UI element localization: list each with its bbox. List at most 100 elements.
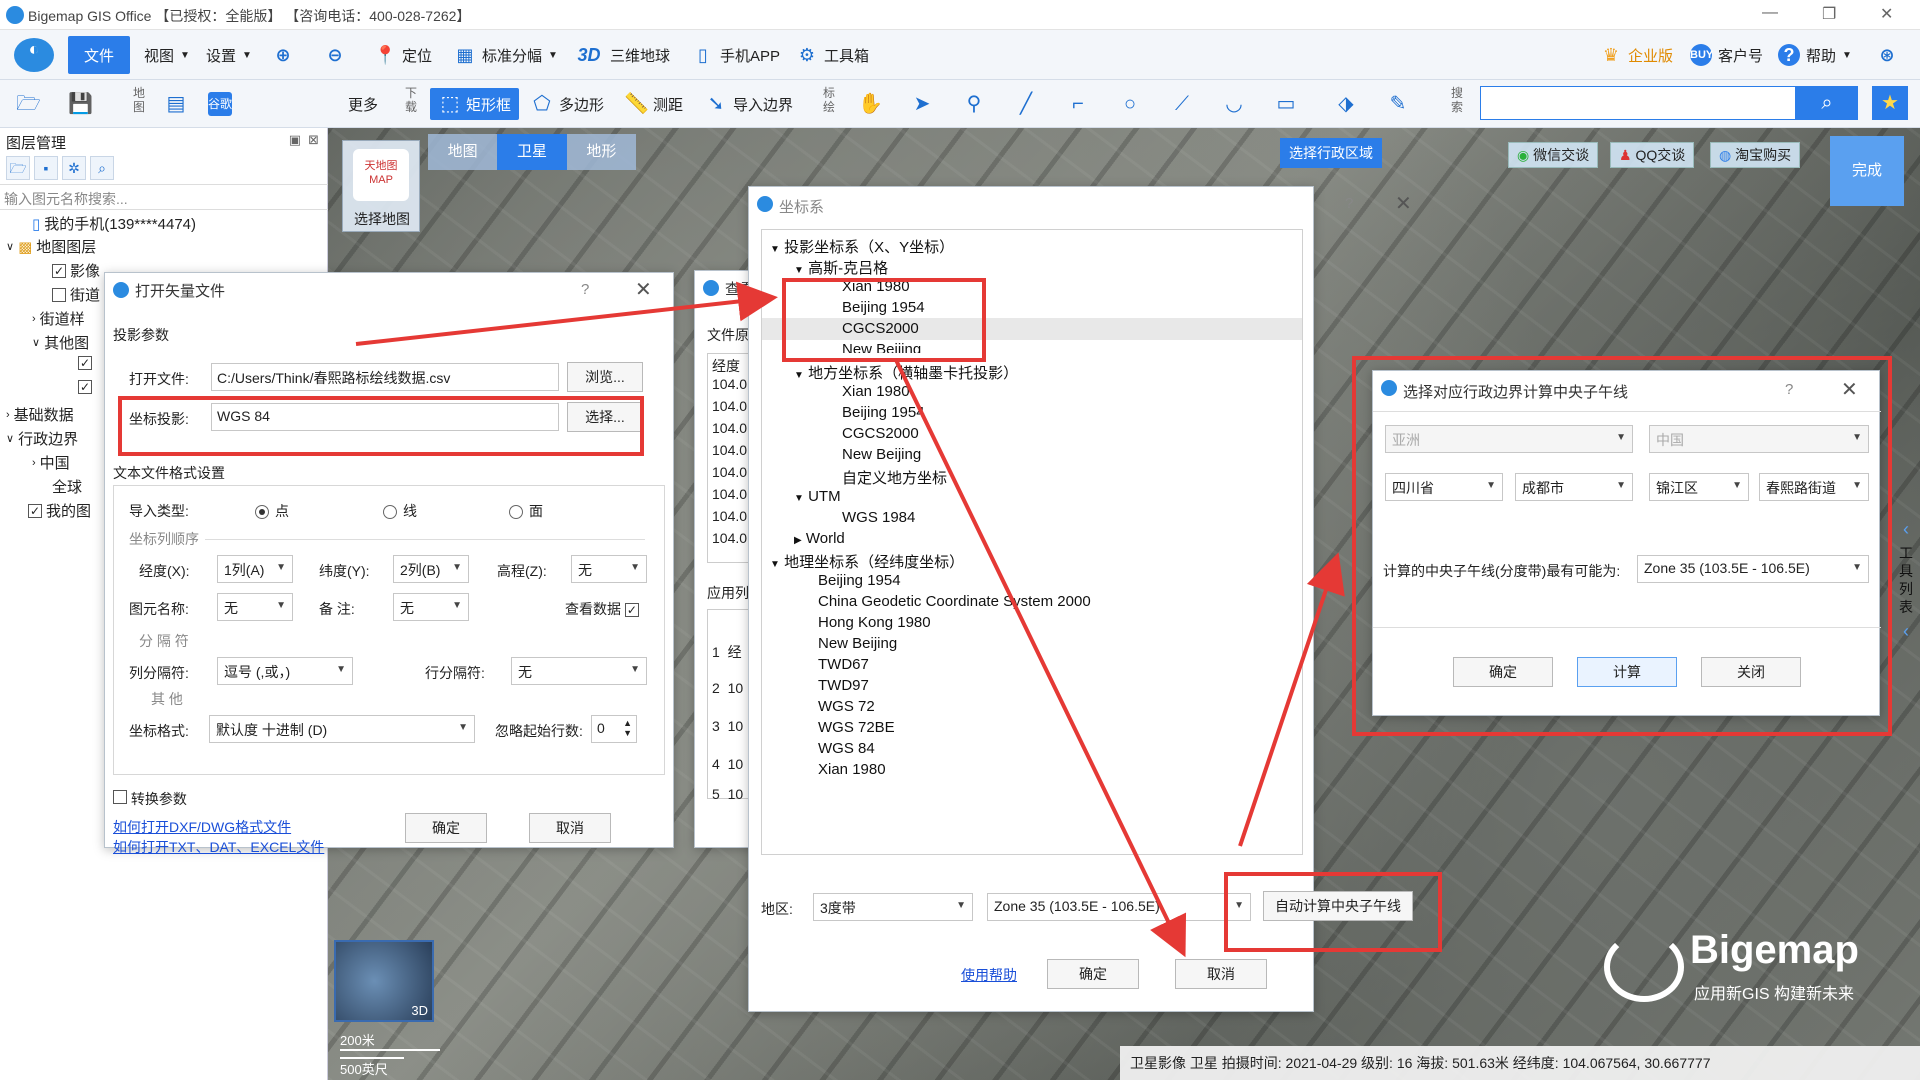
- search-button[interactable]: ⌕: [1796, 86, 1858, 120]
- measure-button[interactable]: 📏 测距: [624, 88, 683, 120]
- side-tool-list[interactable]: ‹ 工具列表 ‹: [1894, 520, 1918, 680]
- toolbox-button[interactable]: ⚙ 工具箱: [796, 40, 869, 70]
- save-icon[interactable]: ▪: [34, 156, 58, 180]
- tree-leaf[interactable]: WGS 72BE: [818, 719, 895, 736]
- district-select[interactable]: 锦江区: [1649, 473, 1749, 501]
- tree-node-utm[interactable]: ▼ UTM: [794, 488, 841, 505]
- tree-leaf[interactable]: Beijing 1954: [818, 572, 901, 589]
- view-data-checkbox[interactable]: 查看数据 ✓: [565, 599, 639, 619]
- close-panel-icon[interactable]: ⊠: [308, 132, 319, 148]
- tree-leaf[interactable]: TWD67: [818, 656, 869, 673]
- zone-select[interactable]: Zone 35 (103.5E - 106.5E): [987, 893, 1251, 921]
- tree-item-admin[interactable]: ∨ 行政边界: [6, 428, 78, 449]
- marker-tool[interactable]: ⚲: [962, 88, 986, 120]
- polyline-tool[interactable]: ⌐: [1066, 88, 1090, 120]
- checkbox[interactable]: ✓: [624, 603, 639, 617]
- tree-item-other-check-2[interactable]: ✓: [78, 380, 92, 394]
- stepper-icon[interactable]: ▲ ▼: [623, 718, 632, 738]
- wechat-button[interactable]: ◉ 微信交谈: [1508, 142, 1599, 168]
- row-sep-select[interactable]: 无: [511, 657, 647, 685]
- select-region-button[interactable]: 选择行政区域: [1280, 138, 1382, 168]
- close-icon[interactable]: ✕: [1880, 4, 1893, 24]
- checkbox[interactable]: [113, 790, 127, 804]
- circle-tool[interactable]: ○: [1118, 88, 1142, 120]
- street-select[interactable]: 春熙路街道: [1759, 473, 1869, 501]
- tree-node-gauss[interactable]: ▼ 高斯-克吕格: [794, 257, 888, 278]
- checkbox[interactable]: ✓: [52, 263, 66, 278]
- tree-item-global[interactable]: 全球: [52, 476, 82, 497]
- tree-leaf[interactable]: 自定义地方坐标: [842, 467, 947, 488]
- close-icon[interactable]: ✕: [1841, 377, 1858, 402]
- tag-tool[interactable]: ⬗: [1334, 88, 1358, 120]
- qq-button[interactable]: ♟ QQ交谈: [1610, 142, 1695, 168]
- ok-button[interactable]: 确定: [1453, 657, 1553, 687]
- city-select[interactable]: 成都市: [1515, 473, 1633, 501]
- auto-calc-meridian-button[interactable]: 自动计算中央子午线: [1263, 891, 1413, 921]
- pan-tool[interactable]: ✋: [858, 88, 883, 120]
- help-icon-q[interactable]: ?: [1345, 195, 1353, 212]
- open-folder-button[interactable]: 🗁: [16, 88, 41, 120]
- checkbox[interactable]: ✓: [78, 380, 92, 394]
- settings-menu[interactable]: 设置 ▼: [206, 40, 252, 70]
- help-icon[interactable]: ?: [581, 281, 589, 298]
- radio-line[interactable]: 线: [383, 501, 417, 521]
- locate-button[interactable]: 📍 定位: [374, 40, 432, 70]
- tree-item-phone[interactable]: ▯ 我的手机(139****4474): [32, 213, 196, 234]
- close-icon[interactable]: ✕: [635, 277, 652, 302]
- tree-leaf[interactable]: Beijing 1954: [842, 404, 925, 421]
- line-tool[interactable]: ╱: [1014, 88, 1038, 120]
- convert-params-checkbox[interactable]: 转换参数: [113, 789, 187, 809]
- select-tool[interactable]: ➤: [910, 88, 934, 120]
- minimize-icon[interactable]: —: [1762, 4, 1778, 22]
- tree-leaf[interactable]: TWD97: [818, 677, 869, 694]
- help-icon[interactable]: ?: [1785, 381, 1793, 398]
- enterprise-button[interactable]: ♛ 企业版: [1600, 40, 1673, 70]
- checkbox[interactable]: [52, 287, 66, 302]
- done-button[interactable]: 完成: [1830, 136, 1904, 206]
- continent-select[interactable]: 亚洲: [1385, 425, 1633, 453]
- tree-leaf[interactable]: WGS 1984: [842, 509, 915, 526]
- zoom-in-button[interactable]: ⊕: [272, 40, 294, 70]
- view-menu[interactable]: 视图 ▼: [144, 40, 190, 70]
- help-menu[interactable]: ? 帮助 ▼: [1778, 40, 1852, 70]
- pin-panel-icon[interactable]: ▣: [289, 132, 301, 148]
- col-sep-select[interactable]: 逗号 (,或，): [217, 657, 353, 685]
- map-source-button[interactable]: 谷歌: [208, 88, 232, 120]
- radio-point[interactable]: 点: [255, 501, 289, 521]
- import-boundary-button[interactable]: ➘ 导入边界: [704, 88, 793, 120]
- arc-tool[interactable]: ◡: [1222, 88, 1246, 120]
- open-file-field[interactable]: C:/Users/Think/春熙路标绘线数据.csv: [211, 363, 559, 391]
- mobile-app-button[interactable]: ▯ 手机APP: [692, 40, 780, 70]
- coord-format-select[interactable]: 默认度 十进制 (D): [209, 715, 475, 743]
- globe-overview[interactable]: 3D: [334, 940, 434, 1022]
- province-select[interactable]: 四川省: [1385, 473, 1503, 501]
- search-icon[interactable]: ⌕: [90, 156, 114, 180]
- tree-node-geo[interactable]: ▼ 地理坐标系（经纬度坐标）: [770, 551, 964, 572]
- tree-item-china[interactable]: › 中国: [32, 452, 70, 473]
- checkbox[interactable]: ✓: [28, 503, 42, 518]
- tree-leaf[interactable]: Hong Kong 1980: [818, 614, 931, 631]
- edit-tool[interactable]: ✎: [1386, 88, 1410, 120]
- name-select[interactable]: 无: [217, 593, 293, 621]
- tab-terrain[interactable]: 地形: [566, 134, 636, 170]
- polygon-button[interactable]: ⬠ 多边形: [530, 88, 604, 120]
- file-menu[interactable]: 文件: [68, 36, 130, 74]
- calc-button[interactable]: 计算: [1577, 657, 1677, 687]
- save-button[interactable]: 💾: [68, 88, 93, 120]
- standard-sheet-button[interactable]: ▦ 标准分幅 ▼: [454, 40, 557, 70]
- tree-item-street-style[interactable]: › 街道样: [32, 308, 85, 329]
- favorite-button[interactable]: ★: [1872, 86, 1908, 120]
- radio-polygon[interactable]: 面: [509, 501, 543, 521]
- tree-leaf[interactable]: WGS 72: [818, 698, 875, 715]
- rect-select-button[interactable]: ⬚ 矩形框: [430, 88, 520, 120]
- close-icon[interactable]: ✕: [1395, 191, 1412, 216]
- settings-extra-button[interactable]: ⊛: [1876, 40, 1898, 70]
- checkbox[interactable]: ✓: [78, 356, 92, 370]
- tab-map[interactable]: 地图: [428, 134, 498, 170]
- tree-node-local[interactable]: ▼ 地方坐标系（横轴墨卡托投影）: [794, 362, 1018, 383]
- meridian-result-select[interactable]: Zone 35 (103.5E - 106.5E): [1637, 555, 1869, 583]
- layer-search-input[interactable]: 输入图元名称搜索...: [0, 184, 328, 210]
- tree-node-proj[interactable]: ▼ 投影坐标系（X、Y坐标）: [770, 236, 954, 257]
- earth3d-button[interactable]: 3D 三维地球: [574, 40, 670, 70]
- tree-node-world[interactable]: ▶ World: [794, 530, 845, 547]
